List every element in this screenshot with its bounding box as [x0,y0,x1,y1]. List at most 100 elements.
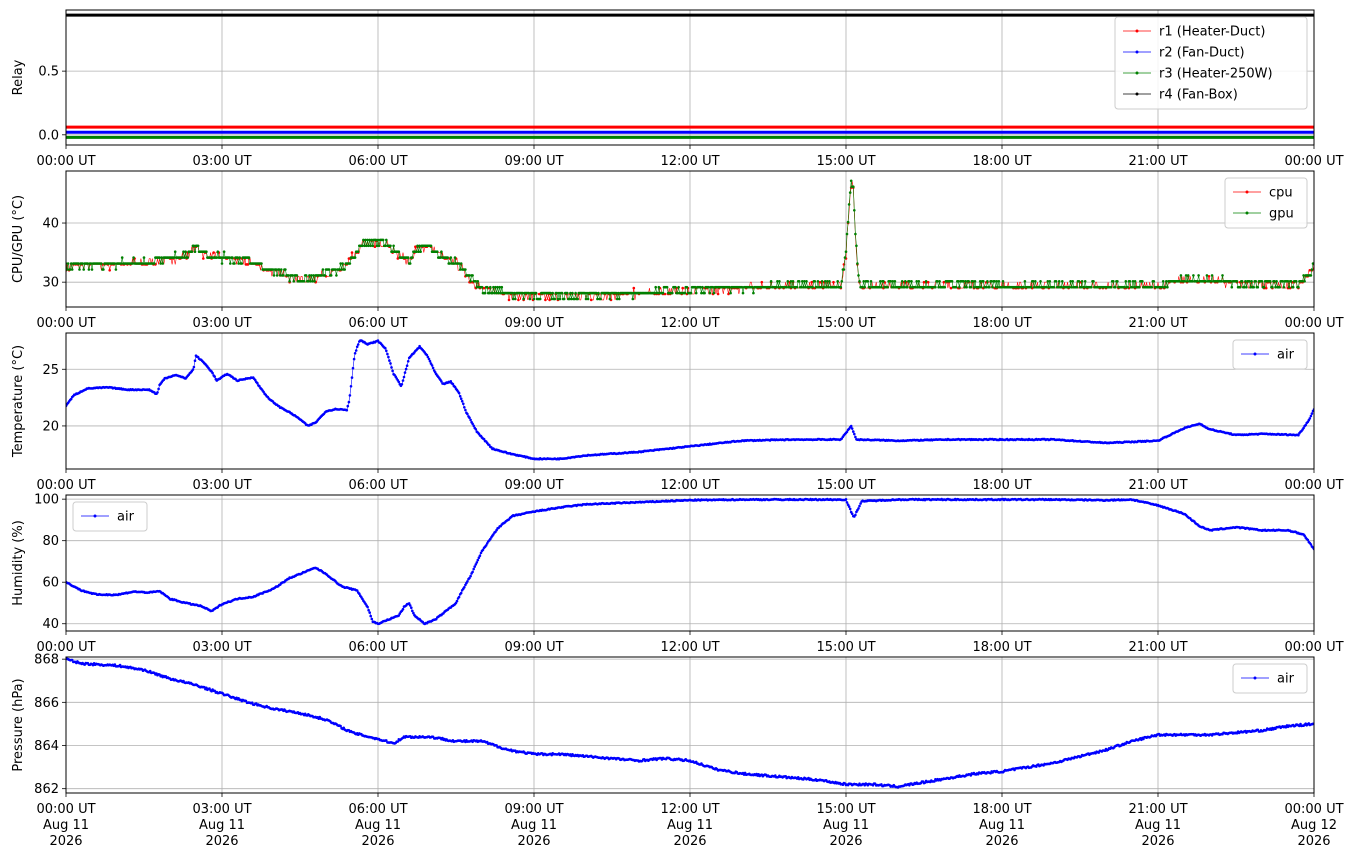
x-tick-label: 12:00 UT [660,154,719,169]
data-point [846,220,850,224]
data-point [462,402,465,406]
data-point [385,238,388,242]
data-point [1287,285,1291,289]
data-point [969,285,973,289]
data-point [120,256,124,259]
data-point [471,570,474,574]
data-point [231,256,234,259]
data-point [211,371,214,375]
data-point [392,244,395,248]
data-point [436,250,439,253]
data-point [866,280,870,283]
data-point [327,268,331,271]
data-point [478,554,482,557]
data-point [472,567,476,571]
data-point [558,297,562,301]
data-point [142,256,146,259]
x-tick-label: 21:00 UT [1128,316,1187,331]
data-point [681,286,684,290]
data-point [857,507,860,510]
legend-box [72,501,148,532]
legend-marker [93,514,97,518]
data-point [1310,268,1314,271]
x-tick-label: 15:00 UT [816,478,875,493]
data-point [701,285,704,289]
data-point [184,250,187,253]
data-point [813,280,817,283]
x-tick-label: 09:00 UT [504,154,563,169]
data-point [469,574,472,578]
panel-3: 2025Temperature (°C)00:00 UT 03:00 UT 06:0… [11,332,1344,493]
x-tick-label: 03:00 UT [192,478,251,493]
data-point [586,297,590,301]
data-point [1034,280,1037,283]
data-point [689,291,693,295]
data-point [1238,285,1242,289]
data-point [114,268,118,271]
x-tick-label: 18:00 UT [972,154,1031,169]
data-point [880,285,883,289]
data-point [288,280,291,283]
data-point [997,280,1001,283]
data-point [1210,274,1214,277]
y-axis-label: Humidity (%) [11,520,26,606]
data-point [469,280,472,283]
data-point [532,297,536,301]
data-point [367,608,370,612]
data-point [1179,274,1183,277]
data-point [795,285,799,289]
data-point [371,244,375,248]
data-point [1197,274,1200,277]
data-point [460,399,464,403]
data-point [1152,280,1156,283]
panel-2: 3040CPU/GPU (°C)00:00 UT 03:00 UT 06:00 UT… [11,170,1344,331]
data-point [599,297,602,301]
data-point [863,285,866,289]
data-point [102,268,105,271]
data-point [1133,280,1137,283]
data-point [845,232,849,236]
data-point [464,408,467,412]
y-axis-label: Relay [11,59,26,95]
data-point [212,251,215,254]
data-point [275,274,279,277]
data-point [353,352,357,355]
x-tick-label: 12:00 UT [660,316,719,331]
x-tick-label: 00:00 UT [36,316,95,331]
data-point [480,285,484,289]
data-point [411,256,414,259]
data-point [390,366,393,369]
x-tick-label: 12:00 UT [660,478,719,493]
data-point [1310,412,1314,415]
data-point [457,595,461,599]
data-point [924,280,928,283]
data-point [459,397,463,401]
data-point [982,280,985,283]
data-point [368,611,372,614]
data-point [132,256,135,259]
data-point [157,387,160,391]
data-point [1303,280,1306,283]
data-point [842,263,846,266]
data-point [191,368,195,371]
data-point [238,256,241,259]
y-tick-label: 862 [34,782,59,797]
data-point [853,209,856,212]
data-point [66,262,70,265]
data-point [1235,280,1239,283]
data-point [832,280,835,284]
x-tick-label: 00:00 UT [1284,640,1343,655]
data-point [618,297,621,301]
data-point [401,607,405,611]
data-point [988,285,991,289]
data-point [528,297,532,301]
data-point [411,609,414,613]
data-point [100,262,103,265]
data-point [589,298,593,302]
data-point [1114,285,1117,289]
data-point [1090,285,1093,289]
data-point [153,262,156,265]
data-point [900,280,904,283]
x-tick-label: 21:00 UT [1128,478,1187,493]
x-tick-label: 18:00 UT [972,478,1031,493]
